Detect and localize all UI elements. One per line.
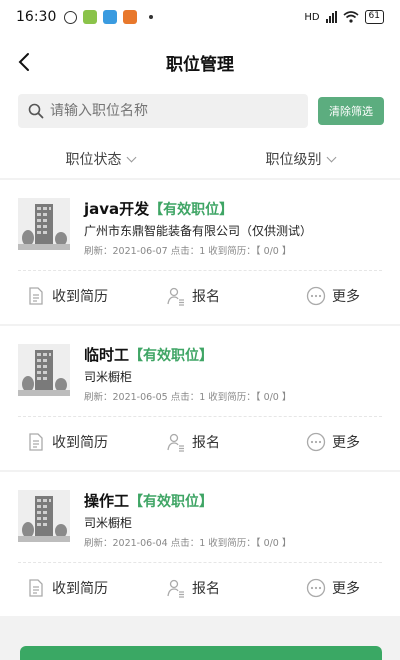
resumes-label: 收到简历 (52, 435, 108, 451)
job-title-row: 临时工【有效职位】 (84, 344, 213, 365)
app-notification-icon (123, 10, 138, 24)
clear-filter-button[interactable]: 清除筛选 (318, 97, 384, 125)
search-icon (28, 103, 44, 119)
more-button[interactable]: 更多 (249, 418, 400, 466)
job-title-row: java开发【有效职位】 (84, 198, 233, 219)
apply-label: 报名 (191, 581, 220, 597)
building-thumbnail-icon (18, 490, 70, 542)
job-meta: 刷新：2021-06-07 点击：1 收到简历：【 0/0 】 (84, 246, 292, 257)
user-list-icon (167, 433, 184, 452)
company-name: 广州市东鼎智能装备有限公司（仅供测试） (84, 224, 313, 238)
page-title: 职位管理 (166, 54, 234, 75)
app-notification-icon (103, 10, 118, 24)
job-card-summary[interactable]: 操作工【有效职位】 司米橱柜 刷新：2021-06-04 点击：1 收到简历：【… (0, 472, 400, 564)
status-right: HD 61 (304, 10, 384, 24)
app-notification-icon (83, 10, 98, 24)
network-type: HD (304, 11, 320, 23)
signal-icon (325, 11, 337, 23)
divider (18, 270, 382, 271)
search-bar: 清除筛选 (0, 90, 400, 140)
resumes-button[interactable]: 收到简历 (0, 418, 137, 466)
job-status-badge: 【有效职位】 (129, 494, 214, 510)
job-meta: 刷新：2021-06-05 点击：1 收到简历：【 0/0 】 (84, 392, 292, 403)
user-list-icon (167, 287, 184, 306)
document-icon (29, 287, 43, 305)
job-card: 临时工【有效职位】 司米橱柜 刷新：2021-06-05 点击：1 收到简历：【… (0, 326, 400, 470)
status-bar: 16:30 HD 61 (0, 0, 400, 34)
more-button[interactable]: 更多 (249, 272, 400, 320)
company-name: 司米橱柜 (84, 516, 133, 530)
user-list-icon (167, 579, 184, 598)
apply-label: 报名 (191, 435, 220, 451)
status-time: 16:30 (16, 9, 57, 25)
nav-bar: 职位管理 (0, 34, 400, 90)
back-arrow-icon[interactable] (12, 48, 40, 76)
chevron-down-icon (326, 152, 336, 162)
apply-label: 报名 (191, 289, 220, 305)
job-meta: 刷新：2021-06-04 点击：1 收到简历：【 0/0 】 (84, 538, 292, 549)
filter-label: 职位级别 (265, 152, 322, 168)
filter-job-level[interactable]: 职位级别 (200, 140, 400, 178)
resumes-label: 收到简历 (52, 289, 108, 305)
building-thumbnail-icon (18, 344, 70, 396)
more-icon (306, 286, 326, 306)
resumes-label: 收到简历 (52, 581, 108, 597)
apply-button[interactable]: 报名 (137, 272, 248, 320)
document-icon (29, 579, 43, 597)
filter-label: 职位状态 (65, 152, 122, 168)
job-status-badge: 【有效职位】 (129, 348, 214, 364)
job-actions: 收到简历 报名 更多 (0, 418, 400, 466)
more-button[interactable]: 更多 (249, 564, 400, 612)
job-title: 临时工 (84, 346, 130, 364)
alarm-icon (64, 10, 78, 24)
resumes-button[interactable]: 收到简历 (0, 564, 137, 612)
document-icon (29, 433, 43, 451)
battery-icon: 61 (364, 10, 384, 24)
job-actions: 收到简历 报名 更多 (0, 564, 400, 612)
more-notifications-dot (149, 15, 154, 19)
more-label: 更多 (331, 289, 360, 305)
bottom-action-button[interactable] (20, 646, 382, 660)
filter-bar: 职位状态 职位级别 (0, 140, 400, 178)
more-icon (306, 578, 326, 598)
wifi-icon (343, 11, 359, 23)
filter-job-status[interactable]: 职位状态 (0, 140, 200, 178)
search-input[interactable] (50, 103, 280, 119)
job-card: 操作工【有效职位】 司米橱柜 刷新：2021-06-04 点击：1 收到简历：【… (0, 472, 400, 616)
building-thumbnail-icon (18, 198, 70, 250)
job-title: java开发 (84, 200, 150, 218)
more-label: 更多 (331, 435, 360, 451)
resumes-button[interactable]: 收到简历 (0, 272, 137, 320)
company-name: 司米橱柜 (84, 370, 133, 384)
job-title: 操作工 (84, 492, 130, 510)
chevron-down-icon (126, 152, 136, 162)
job-title-row: 操作工【有效职位】 (84, 490, 213, 511)
apply-button[interactable]: 报名 (137, 564, 248, 612)
job-card-summary[interactable]: 临时工【有效职位】 司米橱柜 刷新：2021-06-05 点击：1 收到简历：【… (0, 326, 400, 418)
search-box[interactable] (18, 94, 308, 128)
job-actions: 收到简历 报名 更多 (0, 272, 400, 320)
more-icon (306, 432, 326, 452)
more-label: 更多 (331, 581, 360, 597)
divider (18, 562, 382, 563)
status-notifications (64, 10, 154, 24)
divider (18, 416, 382, 417)
apply-button[interactable]: 报名 (137, 418, 248, 466)
job-status-badge: 【有效职位】 (149, 202, 234, 218)
job-card-summary[interactable]: java开发【有效职位】 广州市东鼎智能装备有限公司（仅供测试） 刷新：2021… (0, 180, 400, 272)
job-card: java开发【有效职位】 广州市东鼎智能装备有限公司（仅供测试） 刷新：2021… (0, 180, 400, 324)
